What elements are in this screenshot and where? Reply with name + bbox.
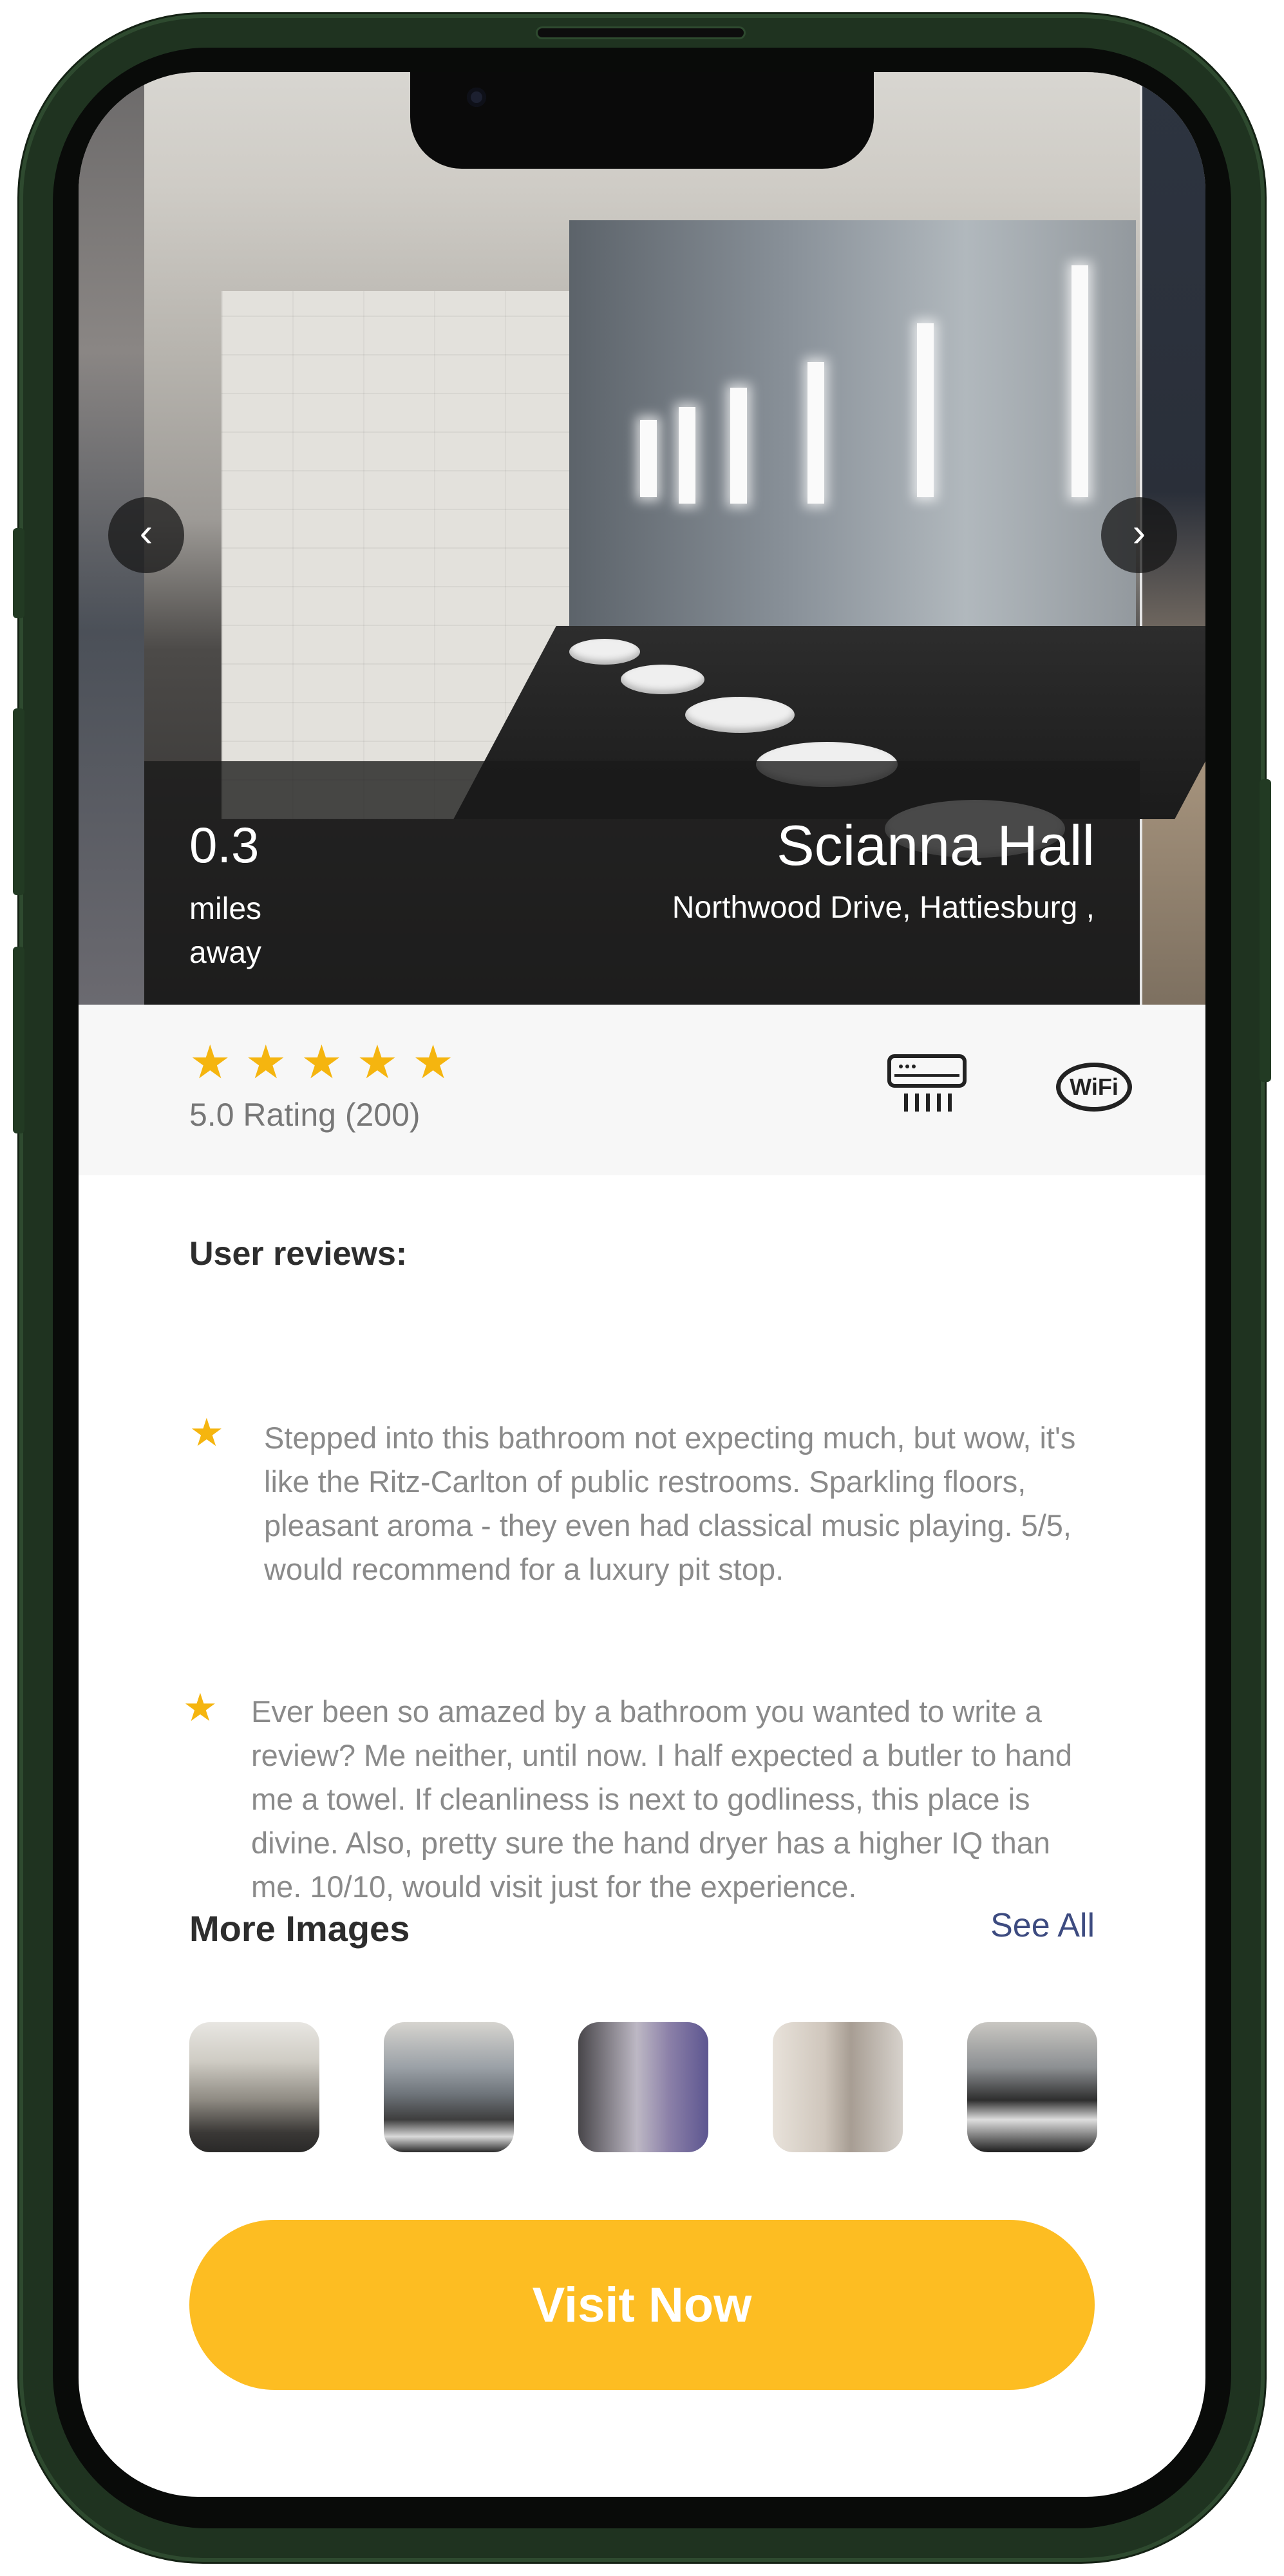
- vanity-light: [917, 323, 934, 497]
- star-icon: ★: [356, 1037, 399, 1088]
- volume-down-button: [13, 947, 24, 1133]
- location-name: Scianna Hall: [776, 813, 1095, 877]
- more-images-heading: More Images: [189, 1908, 410, 1949]
- sink: [621, 665, 704, 694]
- rating-amenities-bar: [79, 1005, 1205, 1175]
- distance-value: 0.3: [189, 817, 260, 873]
- review-text: Ever been so amazed by a bathroom you wa…: [251, 1694, 1073, 1904]
- sink: [685, 697, 795, 733]
- sink: [569, 639, 640, 665]
- star-icon: ★: [245, 1037, 287, 1088]
- notch: [410, 72, 874, 169]
- reviews-heading: User reviews:: [189, 1235, 408, 1273]
- power-button: [1260, 779, 1271, 1082]
- vanity-light: [1072, 265, 1088, 497]
- image-thumbnails: [189, 2022, 1097, 2152]
- mute-switch: [13, 528, 24, 618]
- speaker-grille: [538, 28, 744, 37]
- volume-up-button: [13, 708, 24, 895]
- visit-now-button[interactable]: Visit Now: [189, 2220, 1095, 2390]
- wifi-label: WiFi: [1070, 1074, 1119, 1100]
- star-icon: ★: [301, 1037, 343, 1088]
- air-conditioner-icon: [887, 1054, 967, 1112]
- vanity-light: [679, 407, 695, 504]
- rating-stars: ★ ★ ★ ★ ★: [189, 1039, 454, 1086]
- thumbnail-image[interactable]: [773, 2022, 903, 2152]
- thumbnail-image[interactable]: [384, 2022, 514, 2152]
- vanity-light: [807, 362, 824, 504]
- distance-unit: miles away: [189, 892, 262, 970]
- vanity-light: [730, 388, 747, 504]
- star-icon: ★: [412, 1037, 454, 1088]
- wifi-icon: WiFi: [1056, 1063, 1132, 1112]
- star-icon: ★: [183, 1686, 218, 1729]
- location-address: Northwood Drive, Hattiesburg ,: [672, 891, 1095, 925]
- thumbnail-image[interactable]: [189, 2022, 319, 2152]
- camera-icon: [467, 88, 486, 107]
- rating-summary: 5.0 Rating (200): [189, 1097, 420, 1133]
- see-all-link[interactable]: See All: [990, 1906, 1095, 1945]
- thumbnail-image[interactable]: [967, 2022, 1097, 2152]
- chevron-left-icon[interactable]: ‹: [108, 497, 184, 573]
- star-icon: ★: [189, 1037, 231, 1088]
- hero-carousel[interactable]: 0.3 miles away Scianna Hall Northwood Dr…: [79, 72, 1205, 1005]
- screen: 0.3 miles away Scianna Hall Northwood Dr…: [79, 72, 1205, 2497]
- review-text: Stepped into this bathroom not expecting…: [264, 1421, 1076, 1586]
- chevron-right-icon[interactable]: ›: [1101, 497, 1177, 573]
- star-icon: ★: [189, 1411, 224, 1454]
- vanity-light: [640, 420, 657, 497]
- thumbnail-image[interactable]: [578, 2022, 708, 2152]
